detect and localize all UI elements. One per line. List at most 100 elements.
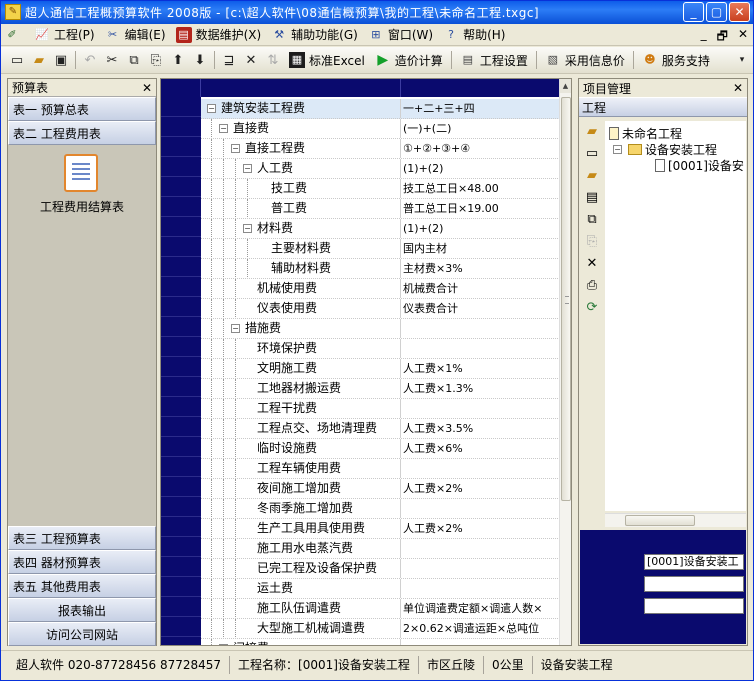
row-header-cell[interactable] xyxy=(161,357,201,377)
table-row[interactable]: − 间接费 xyxy=(201,639,560,645)
row-header-cell[interactable] xyxy=(161,397,201,417)
menu-edit[interactable]: ✂ 编辑(E) xyxy=(101,25,172,45)
left-panel-close-icon[interactable]: ✕ xyxy=(142,81,152,95)
report-output-button[interactable]: 报表输出 xyxy=(8,598,156,622)
row-header-cell[interactable] xyxy=(161,557,201,577)
cost-item-cell[interactable]: 文明施工费 xyxy=(201,359,401,378)
delete-item-icon[interactable]: ✕ xyxy=(580,253,604,275)
table-row[interactable]: 工地器材搬运费 人工费×1.3% xyxy=(201,379,560,399)
formula-cell[interactable]: 主材费×3% xyxy=(401,259,560,278)
formula-cell[interactable] xyxy=(401,339,560,358)
cost-item-cell[interactable]: 大型施工机械调遣费 xyxy=(201,619,401,638)
cost-item-cell[interactable]: 施工用水电蒸汽费 xyxy=(201,539,401,558)
sort-icon[interactable]: ⇅ xyxy=(263,50,283,70)
cost-item-cell[interactable]: 工程干扰费 xyxy=(201,399,401,418)
mdi-restore-button[interactable]: 🗗 xyxy=(717,27,728,48)
formula-cell[interactable]: 国内主材 xyxy=(401,239,560,258)
property-field-2[interactable] xyxy=(644,576,744,592)
row-header-cell[interactable] xyxy=(161,217,201,237)
table-row[interactable]: 大型施工机械调遣费 2×0.62×调遣运距×总吨位 xyxy=(201,619,560,639)
undo-icon[interactable]: ↶ xyxy=(80,50,100,70)
toolbar-overflow-icon[interactable]: ▾ xyxy=(732,50,752,70)
tree-collapse-icon[interactable]: − xyxy=(231,144,240,153)
menu-help[interactable]: ? 帮助(H) xyxy=(439,25,511,45)
copy-icon[interactable]: ⧉ xyxy=(124,50,144,70)
company-website-button[interactable]: 访问公司网站 xyxy=(8,622,156,646)
formula-cell[interactable]: 人工费×1% xyxy=(401,359,560,378)
table-row[interactable]: 主要材料费 国内主材 xyxy=(201,239,560,259)
cost-item-cell[interactable]: 工程车辆使用费 xyxy=(201,459,401,478)
cost-item-cell[interactable]: − 直接工程费 xyxy=(201,139,401,158)
row-header-cell[interactable] xyxy=(161,637,201,645)
formula-cell[interactable]: (1)+(2) xyxy=(401,219,560,238)
table-row[interactable]: − 建筑安装工程费 一+二+三+四 xyxy=(201,99,560,119)
move-down-icon[interactable]: ⬇ xyxy=(190,50,210,70)
tree-collapse-icon[interactable]: − xyxy=(207,104,216,113)
row-header-cell[interactable] xyxy=(161,377,201,397)
row-header-cell[interactable] xyxy=(161,517,201,537)
property-value-field[interactable]: [0001]设备安装工 xyxy=(644,554,744,570)
formula-cell[interactable]: (一)+(二) xyxy=(401,119,560,138)
support-button[interactable]: ☻ 服务支持 xyxy=(637,49,715,71)
open-project-icon[interactable]: ▰ xyxy=(580,121,604,143)
table-row[interactable]: 文明施工费 人工费×1% xyxy=(201,359,560,379)
copy-item-icon[interactable]: ⧉ xyxy=(580,209,604,231)
cost-item-cell[interactable]: 机械使用费 xyxy=(201,279,401,298)
table-row[interactable]: 机械使用费 机械费合计 xyxy=(201,279,560,299)
menu-aux-functions[interactable]: ⚒ 辅助功能(G) xyxy=(267,25,364,45)
menu-project[interactable]: 📈 工程(P) xyxy=(30,25,101,45)
tab-engineering-cost[interactable]: 表二 工程费用表 xyxy=(8,121,156,145)
tree-collapse-icon[interactable]: − xyxy=(613,144,622,154)
formula-cell[interactable]: (1)+(2) xyxy=(401,159,560,178)
cost-item-cell[interactable]: 临时设施费 xyxy=(201,439,401,458)
formula-cell[interactable] xyxy=(401,319,560,338)
formula-cell[interactable] xyxy=(401,399,560,418)
cost-item-cell[interactable]: 辅助材料费 xyxy=(201,259,401,278)
row-header-cell[interactable] xyxy=(161,97,201,117)
formula-cell[interactable]: 机械费合计 xyxy=(401,279,560,298)
table-row[interactable]: − 人工费 (1)+(2) xyxy=(201,159,560,179)
print-icon[interactable]: ⎙ xyxy=(580,275,604,297)
table-row[interactable]: 环境保护费 xyxy=(201,339,560,359)
row-header-cell[interactable] xyxy=(161,257,201,277)
formula-cell[interactable]: 人工费×2% xyxy=(401,479,560,498)
row-header-cell[interactable] xyxy=(161,497,201,517)
table-row[interactable]: 已完工程及设备保护费 xyxy=(201,559,560,579)
folder-open-icon[interactable]: ▰ xyxy=(580,165,604,187)
right-panel-close-icon[interactable]: ✕ xyxy=(733,81,743,95)
cost-item-cell[interactable]: − 措施费 xyxy=(201,319,401,338)
formula-cell[interactable]: 一+二+三+四 xyxy=(401,99,560,118)
row-header-cell[interactable] xyxy=(161,417,201,437)
property-field-3[interactable] xyxy=(644,598,744,614)
formula-cell[interactable]: 技工总工日×48.00 xyxy=(401,179,560,198)
cost-item-cell[interactable]: 工程点交、场地清理费 xyxy=(201,419,401,438)
tree-collapse-icon[interactable]: − xyxy=(231,324,240,333)
paste-icon[interactable]: ⎘ xyxy=(146,50,166,70)
formula-cell[interactable] xyxy=(401,539,560,558)
formula-cell[interactable] xyxy=(401,459,560,478)
table-row[interactable]: 运土费 xyxy=(201,579,560,599)
menu-leading-icon[interactable]: ✐ xyxy=(0,25,30,45)
menu-window[interactable]: ⊞ 窗口(W) xyxy=(364,25,439,45)
formula-cell[interactable] xyxy=(401,559,560,578)
row-header-cell[interactable] xyxy=(161,237,201,257)
tree-scroll-thumb[interactable] xyxy=(625,515,695,526)
table-row[interactable]: − 材料费 (1)+(2) xyxy=(201,219,560,239)
formula-cell[interactable] xyxy=(401,579,560,598)
cost-item-cell[interactable]: 已完工程及设备保护费 xyxy=(201,559,401,578)
formula-cell[interactable]: 人工费×1.3% xyxy=(401,379,560,398)
cost-item-cell[interactable]: 技工费 xyxy=(201,179,401,198)
table-row[interactable]: − 直接费 (一)+(二) xyxy=(201,119,560,139)
table-row[interactable]: 冬雨季施工增加费 xyxy=(201,499,560,519)
tree-collapse-icon[interactable]: − xyxy=(243,224,252,233)
table-row[interactable]: 工程点交、场地清理费 人工费×3.5% xyxy=(201,419,560,439)
tab-budget-summary[interactable]: 表一 预算总表 xyxy=(8,97,156,121)
paste-item-icon[interactable]: ⎘ xyxy=(580,231,604,253)
row-header-cell[interactable] xyxy=(161,177,201,197)
save-icon[interactable]: ▣ xyxy=(51,50,71,70)
tab-other-costs[interactable]: 表五 其他费用表 xyxy=(8,574,156,598)
cost-item-cell[interactable]: − 间接费 xyxy=(201,639,401,645)
table-row[interactable]: 技工费 技工总工日×48.00 xyxy=(201,179,560,199)
cost-item-cell[interactable]: − 人工费 xyxy=(201,159,401,178)
refresh-icon[interactable]: ⟳ xyxy=(580,297,604,319)
